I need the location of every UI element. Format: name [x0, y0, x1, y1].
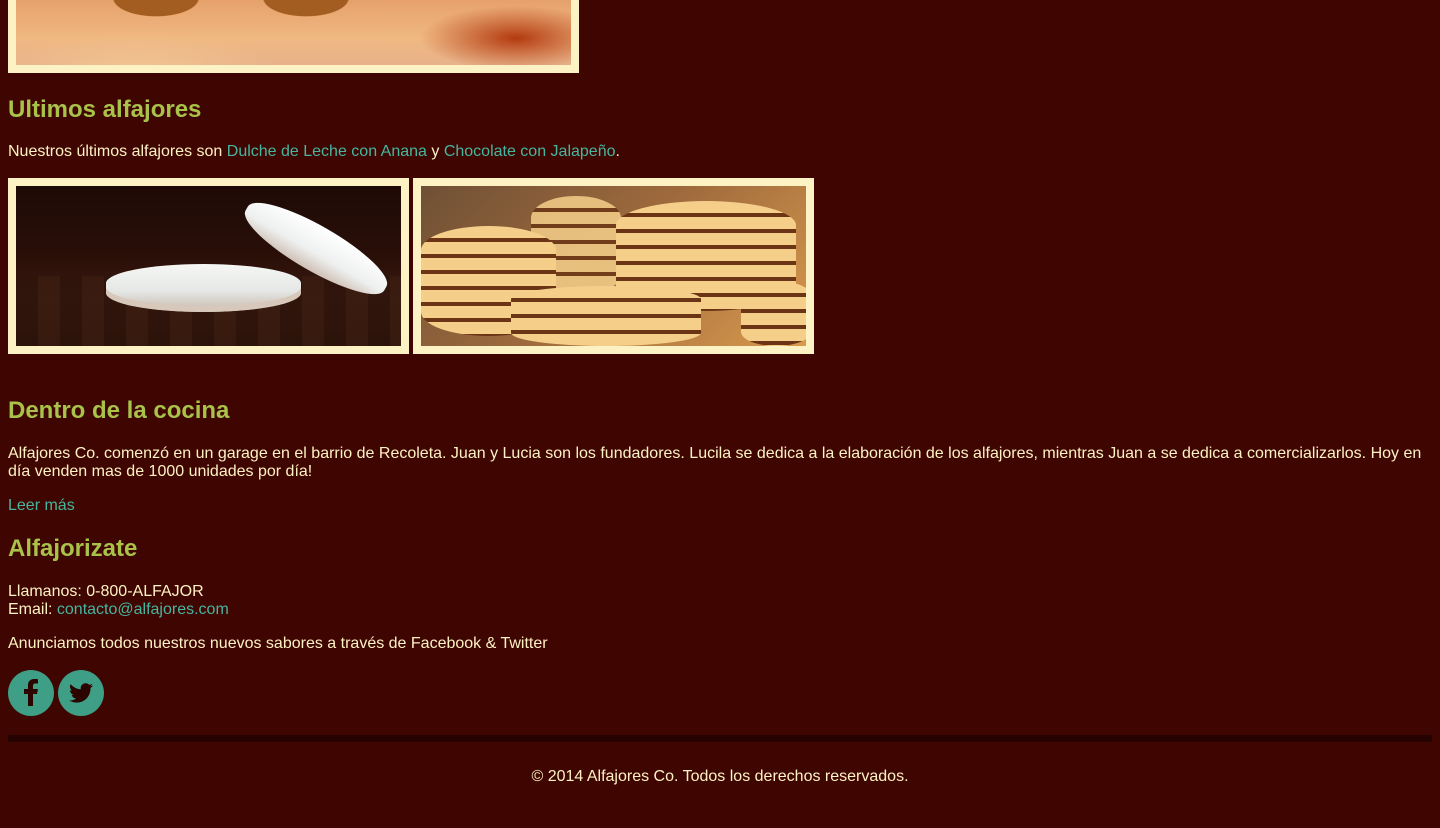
latest-intro-text: Nuestros últimos alfajores son: [8, 143, 227, 160]
photo-frame-alfajor-white[interactable]: [8, 178, 409, 354]
latest-end: .: [615, 143, 620, 160]
white-alfajor: [106, 264, 301, 312]
twitter-icon[interactable]: [58, 670, 104, 716]
alfajor-stack: [511, 286, 701, 346]
facebook-glyph: [24, 679, 38, 706]
hero-alfajores-image: [16, 0, 571, 65]
latest-conj: y: [426, 143, 444, 160]
link-dulce-de-leche[interactable]: Dulche de Leche con Anana: [227, 143, 427, 160]
announce-text: Anunciamos todos nuestros nuevos sabores…: [8, 635, 548, 652]
read-more-link[interactable]: Leer más: [8, 497, 75, 514]
latest-heading: Ultimos alfajores: [8, 96, 202, 123]
photo-frame-alfajor-stacks[interactable]: [413, 178, 814, 354]
twitter-glyph: [69, 683, 93, 703]
kitchen-body: Alfajores Co. comenzó en un garage en el…: [8, 445, 1422, 480]
email-link[interactable]: contacto@alfajores.com: [57, 601, 229, 618]
kitchen-heading: Dentro de la cocina: [8, 397, 230, 424]
latest-intro: Nuestros últimos alfajores son Dulche de…: [8, 143, 620, 161]
footer-copyright: © 2014 Alfajores Co. Todos los derechos …: [531, 768, 909, 785]
phone-text: Llamanos: 0-800-ALFAJOR: [8, 583, 204, 600]
photo-alfajor-stacks: [421, 186, 806, 346]
photo-alfajor-white: [16, 186, 401, 346]
email-label: Email:: [8, 601, 57, 618]
read-more-paragraph: Leer más: [8, 497, 75, 515]
contact-info: Llamanos: 0-800-ALFAJOR Email: contacto@a…: [8, 583, 229, 619]
page: Ultimos alfajores Nuestros últimos alfaj…: [0, 0, 1440, 828]
link-chocolate-jalapeno[interactable]: Chocolate con Jalapeño: [444, 143, 616, 160]
contact-heading: Alfajorizate: [8, 535, 138, 562]
alfajor-stack: [741, 281, 806, 346]
footer-divider: [8, 735, 1432, 742]
hero-image-frame: [8, 0, 579, 73]
facebook-icon[interactable]: [8, 670, 54, 716]
